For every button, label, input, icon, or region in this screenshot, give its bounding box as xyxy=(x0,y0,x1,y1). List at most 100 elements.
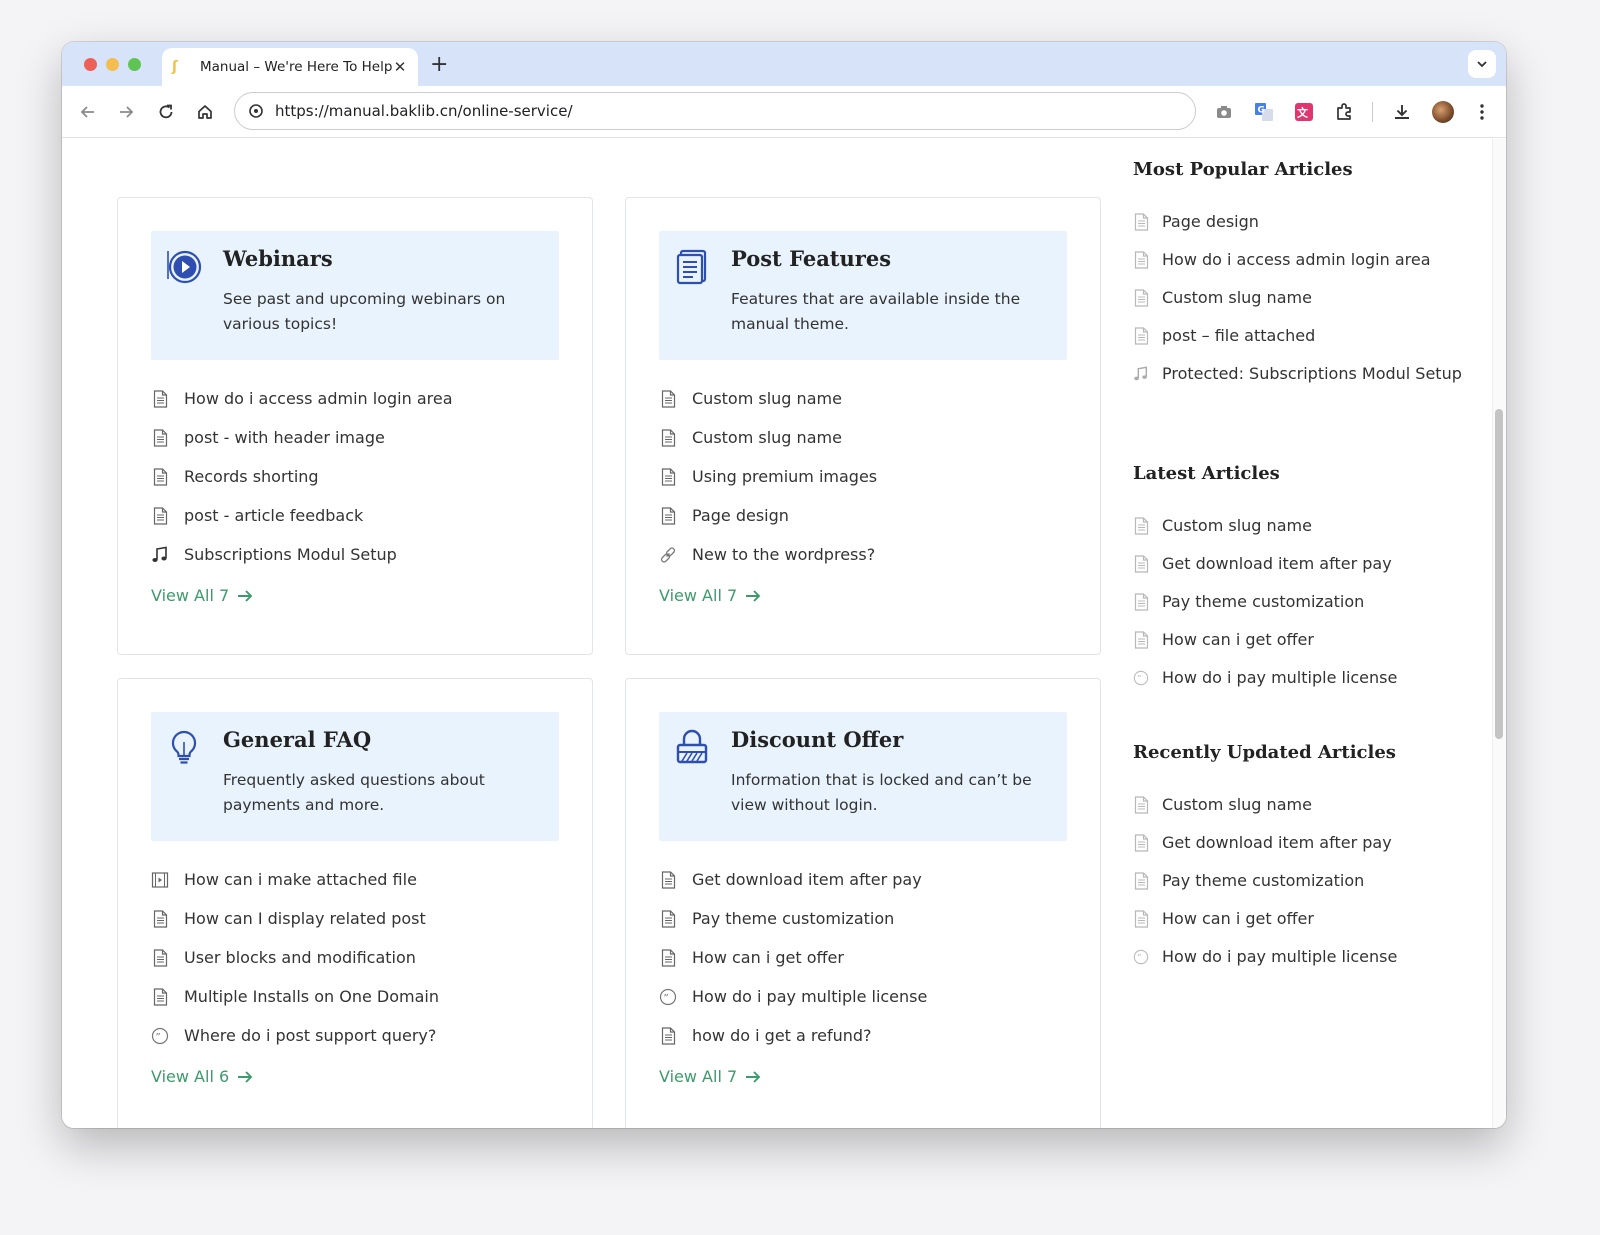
link-icon xyxy=(659,546,677,564)
translate-extension-button[interactable]: G xyxy=(1252,100,1276,124)
more-vert-icon xyxy=(1480,104,1484,120)
screenshot-button[interactable] xyxy=(1212,100,1236,124)
article-title: Multiple Installs on One Domain xyxy=(184,987,439,1006)
music-note-icon xyxy=(151,546,169,564)
sidebar-article-link[interactable]: How can i get offer xyxy=(1133,906,1473,931)
tab-search-button[interactable] xyxy=(1468,50,1496,78)
tab-close-icon[interactable]: ✕ xyxy=(392,58,408,76)
article-link[interactable]: How can I display related post xyxy=(151,899,439,938)
sidebar-article-link[interactable]: How can i get offer xyxy=(1133,627,1473,652)
sidebar-article-link[interactable]: post – file attached xyxy=(1133,323,1473,348)
sidebar-article-link[interactable]: Page design xyxy=(1133,209,1473,234)
article-title: How do i access admin login area xyxy=(1162,250,1431,269)
article-title: Where do i post support query? xyxy=(184,1026,437,1045)
forward-button[interactable] xyxy=(114,100,138,124)
article-title: Page design xyxy=(692,506,789,525)
sidebar-article-link[interactable]: Custom slug name xyxy=(1133,285,1473,310)
card-title[interactable]: Discount Offer xyxy=(731,727,903,752)
article-title: How do i pay multiple license xyxy=(692,987,928,1006)
article-link[interactable]: post - article feedback xyxy=(151,496,453,535)
scrollbar-thumb[interactable] xyxy=(1495,409,1503,739)
document-icon xyxy=(659,467,677,486)
article-link[interactable]: New to the wordpress? xyxy=(659,535,877,574)
browser-tab[interactable]: ʃ Manual – We're Here To Help ✕ xyxy=(162,48,418,86)
document-icon xyxy=(1133,868,1149,893)
site-favicon-icon: ʃ xyxy=(172,59,178,75)
article-link[interactable]: Pay theme customization xyxy=(659,899,927,938)
document-icon xyxy=(659,506,677,525)
quote-icon: ” xyxy=(659,988,677,1006)
article-link[interactable]: Custom slug name xyxy=(659,379,877,418)
document-icon xyxy=(1133,247,1149,272)
card-description: Information that is locked and can’t be … xyxy=(731,771,1032,814)
article-link[interactable]: Records shorting xyxy=(151,457,453,496)
sidebar-article-link[interactable]: Pay theme customization xyxy=(1133,868,1473,893)
document-icon xyxy=(1133,513,1149,538)
article-link[interactable]: Using premium images xyxy=(659,457,877,496)
card-title[interactable]: Post Features xyxy=(731,246,891,271)
svg-text:”: ” xyxy=(156,1032,161,1043)
document-icon xyxy=(151,948,169,967)
sidebar-article-link[interactable]: Custom slug name xyxy=(1133,792,1473,817)
downloads-button[interactable] xyxy=(1390,100,1414,124)
document-icon xyxy=(1133,551,1149,576)
article-link[interactable]: post - with header image xyxy=(151,418,453,457)
article-link[interactable]: how do i get a refund? xyxy=(659,1016,927,1055)
address-bar[interactable]: https://manual.baklib.cn/online-service/ xyxy=(234,92,1196,130)
sidebar-article-link[interactable]: Pay theme customization xyxy=(1133,589,1473,614)
view-all-link[interactable]: View All 7 xyxy=(659,1067,761,1086)
lightbulb-icon xyxy=(165,728,203,766)
home-icon xyxy=(198,105,212,119)
sidebar-article-link[interactable]: ” How do i pay multiple license xyxy=(1133,665,1473,690)
document-icon xyxy=(1133,906,1149,931)
article-link[interactable]: Get download item after pay xyxy=(659,860,927,899)
view-all-link[interactable]: View All 6 xyxy=(151,1067,253,1086)
article-link[interactable]: ” How do i pay multiple license xyxy=(659,977,927,1016)
language-extension-button[interactable]: 文 xyxy=(1292,100,1316,124)
sidebar-article-link[interactable]: Custom slug name xyxy=(1133,513,1473,538)
home-button[interactable] xyxy=(193,100,217,124)
view-all-label: View All 7 xyxy=(659,1067,738,1086)
article-title: Get download item after pay xyxy=(692,870,922,889)
view-all-link[interactable]: View All 7 xyxy=(659,586,761,605)
reload-button[interactable] xyxy=(154,100,178,124)
article-title: how do i get a refund? xyxy=(692,1026,872,1045)
card-title[interactable]: General FAQ xyxy=(223,727,371,752)
minimize-window-button[interactable] xyxy=(106,58,119,71)
new-tab-button[interactable]: + xyxy=(430,52,448,77)
article-link[interactable]: Subscriptions Modul Setup xyxy=(151,535,453,574)
category-card: Webinars See past and upcoming webinars o… xyxy=(117,197,593,655)
article-link[interactable]: Custom slug name xyxy=(659,418,877,457)
card-description: See past and upcoming webinars on variou… xyxy=(223,290,506,333)
maximize-window-button[interactable] xyxy=(128,58,141,71)
article-link[interactable]: How can i get offer xyxy=(659,938,927,977)
view-all-link[interactable]: View All 7 xyxy=(151,586,253,605)
sidebar-article-link[interactable]: Get download item after pay xyxy=(1133,830,1473,855)
article-title: How do i pay multiple license xyxy=(1162,668,1398,687)
sidebar-article-link[interactable]: How do i access admin login area xyxy=(1133,247,1473,272)
article-link[interactable]: ” Where do i post support query? xyxy=(151,1016,439,1055)
back-button[interactable] xyxy=(76,100,100,124)
translate-icon: G xyxy=(1255,103,1273,121)
sidebar-article-link[interactable]: ” How do i pay multiple license xyxy=(1133,944,1473,969)
article-link[interactable]: Multiple Installs on One Domain xyxy=(151,977,439,1016)
browser-menu-button[interactable] xyxy=(1470,100,1494,124)
view-all-label: View All 7 xyxy=(659,586,738,605)
close-window-button[interactable] xyxy=(84,58,97,71)
document-icon xyxy=(1133,209,1149,234)
scrollbar[interactable] xyxy=(1492,139,1506,1128)
sidebar-section-title: Latest Articles xyxy=(1133,463,1280,484)
sidebar-article-link[interactable]: Get download item after pay xyxy=(1133,551,1473,576)
sidebar-article-link[interactable]: Protected: Subscriptions Modul Setup xyxy=(1133,361,1473,386)
card-title[interactable]: Webinars xyxy=(223,246,333,271)
article-link[interactable]: How can i make attached file xyxy=(151,860,439,899)
profile-avatar[interactable] xyxy=(1432,101,1454,123)
extensions-button[interactable] xyxy=(1332,100,1356,124)
document-icon xyxy=(659,909,677,928)
article-title: How do i pay multiple license xyxy=(1162,947,1398,966)
quote-icon: ” xyxy=(1133,944,1149,969)
article-link[interactable]: Page design xyxy=(659,496,877,535)
article-link[interactable]: How do i access admin login area xyxy=(151,379,453,418)
article-link[interactable]: User blocks and modification xyxy=(151,938,439,977)
card-header: Webinars See past and upcoming webinars o… xyxy=(151,231,559,360)
